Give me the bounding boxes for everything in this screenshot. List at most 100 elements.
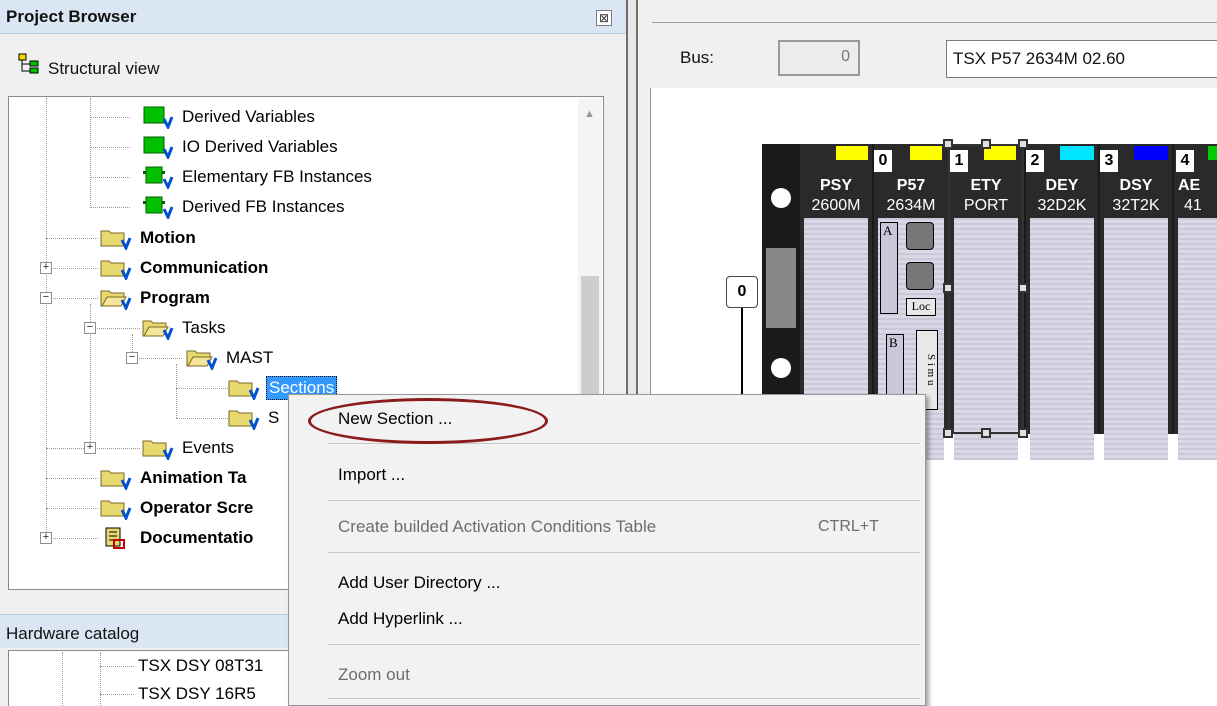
module-type: DSY: [1119, 177, 1153, 194]
cpu-port-icon: [906, 262, 934, 290]
slot-number: 2: [1026, 150, 1044, 172]
rack-mount-hole: [771, 188, 791, 208]
resize-handle[interactable]: [981, 139, 991, 149]
module-type: PSY: [819, 177, 852, 194]
fb-instance-icon: [143, 166, 174, 189]
variable-block-icon: [143, 136, 174, 159]
tree-item-label: Derived FB Instances: [182, 197, 345, 216]
tree-item-label: Documentatio: [140, 528, 254, 547]
tree-item-animation-tables[interactable]: Animation Ta: [100, 464, 248, 492]
cpu-port-icon: [906, 222, 934, 250]
tree-item-mast[interactable]: MAST: [186, 344, 275, 372]
folder-icon: [100, 470, 132, 490]
tree-item-label: Operator Scre: [140, 498, 254, 517]
tree-item-communication[interactable]: Communication: [100, 254, 270, 282]
module-ref: 41: [1184, 197, 1202, 214]
rack-number-badge: 0: [726, 276, 758, 308]
catalog-item[interactable]: TSX DSY 08T31: [138, 656, 263, 676]
tree-item-label: Tasks: [182, 318, 226, 337]
resize-handle[interactable]: [981, 428, 991, 438]
expand-communication-icon[interactable]: +: [40, 262, 52, 274]
tree-item-label: Communication: [140, 258, 269, 277]
collapse-tasks-icon[interactable]: −: [84, 322, 96, 334]
module-body: [1030, 218, 1094, 460]
tree-item-derived-fb-instances[interactable]: Derived FB Instances: [142, 193, 347, 221]
menu-item-create-activation-table[interactable]: Create builded Activation Conditions Tab…: [338, 517, 656, 537]
tree-item-label: MAST: [226, 348, 274, 367]
module-type: AE: [1178, 177, 1201, 194]
module-type: DEY: [1045, 177, 1079, 194]
rack-mount-hole: [771, 358, 791, 378]
slot-led-psy: [836, 146, 868, 160]
resize-handle[interactable]: [943, 139, 953, 149]
tree-item-label: IO Derived Variables: [182, 137, 338, 156]
menu-item-import[interactable]: Import ...: [338, 465, 405, 485]
open-folder-icon: [142, 320, 174, 340]
open-folder-icon: [186, 350, 218, 370]
selection-frame: [948, 144, 1024, 434]
menu-separator: [328, 698, 920, 699]
slot-number: 0: [874, 150, 892, 172]
resize-handle[interactable]: [1018, 428, 1028, 438]
slot-led-0: [910, 146, 942, 160]
structural-view-icon: [18, 53, 39, 74]
highlight-annotation: [308, 398, 548, 444]
resize-handle[interactable]: [943, 283, 953, 293]
slot-number: 4: [1176, 150, 1194, 172]
tree-item-events[interactable]: Events: [142, 434, 236, 462]
slot-led-4: [1208, 146, 1217, 160]
folder-icon: [228, 380, 260, 400]
rack-rail: [766, 248, 796, 328]
expand-documentation-icon[interactable]: +: [40, 532, 52, 544]
cpu-selector[interactable]: TSX P57 2634M 02.60: [946, 40, 1217, 78]
structural-view-tab[interactable]: Structural view: [48, 59, 159, 79]
tree-item-derived-variables[interactable]: Derived Variables: [142, 103, 317, 131]
tree-item-motion[interactable]: Motion: [100, 224, 198, 252]
slot-led-3: [1134, 146, 1168, 160]
tree-item-program[interactable]: Program: [100, 284, 212, 312]
folder-icon: [100, 260, 132, 280]
open-folder-icon: [100, 290, 132, 310]
variable-block-icon: [143, 106, 174, 129]
tree-item-elementary-fb-instances[interactable]: Elementary FB Instances: [142, 163, 374, 191]
tree-item-documentation[interactable]: Documentatio: [100, 524, 255, 552]
module-ref: 32D2K: [1037, 197, 1087, 214]
module-body: [1178, 218, 1217, 460]
collapse-program-icon[interactable]: −: [40, 292, 52, 304]
collapse-mast-icon[interactable]: −: [126, 352, 138, 364]
module-type: P57: [896, 177, 926, 194]
menu-item-zoom-out[interactable]: Zoom out: [338, 665, 410, 685]
menu-item-add-hyperlink[interactable]: Add Hyperlink ...: [338, 609, 463, 629]
resize-handle[interactable]: [1018, 283, 1028, 293]
module-ref: 2634M: [886, 197, 936, 214]
bus-label: Bus:: [680, 48, 715, 67]
folder-icon: [228, 410, 260, 430]
tree-item-tasks[interactable]: Tasks: [142, 314, 227, 342]
tree-item-io-derived-variables[interactable]: IO Derived Variables: [142, 133, 340, 161]
tree-item-label: Events: [182, 438, 234, 457]
menu-item-add-user-directory[interactable]: Add User Directory ...: [338, 573, 501, 593]
documentation-icon: [105, 527, 125, 549]
catalog-item[interactable]: TSX DSY 16R5: [138, 684, 256, 704]
resize-handle[interactable]: [1018, 139, 1028, 149]
tree-item-label: Program: [140, 288, 210, 307]
module-body: [1104, 218, 1168, 460]
tree-item-operator-screens[interactable]: Operator Scre: [100, 494, 255, 522]
resize-handle[interactable]: [943, 428, 953, 438]
expand-events-icon[interactable]: +: [84, 442, 96, 454]
menu-separator: [328, 552, 920, 553]
menu-separator: [328, 644, 920, 645]
scroll-up-icon[interactable]: ▲: [584, 108, 595, 120]
folder-icon: [142, 440, 174, 460]
fb-instance-icon: [143, 196, 174, 219]
tree-item-label: S: [268, 408, 280, 427]
tree-item-sr-sections[interactable]: S: [228, 404, 281, 432]
folder-icon: [100, 500, 132, 520]
module-ref: 32T2K: [1112, 197, 1160, 214]
bus-number-field[interactable]: 0: [778, 40, 860, 76]
close-icon[interactable]: ⊠: [596, 10, 612, 26]
tree-item-label: Derived Variables: [182, 107, 315, 126]
cpu-slot-a: A: [880, 222, 898, 314]
tree-item-label: Motion: [140, 228, 196, 247]
cpu-loc-label: Loc: [906, 298, 936, 316]
